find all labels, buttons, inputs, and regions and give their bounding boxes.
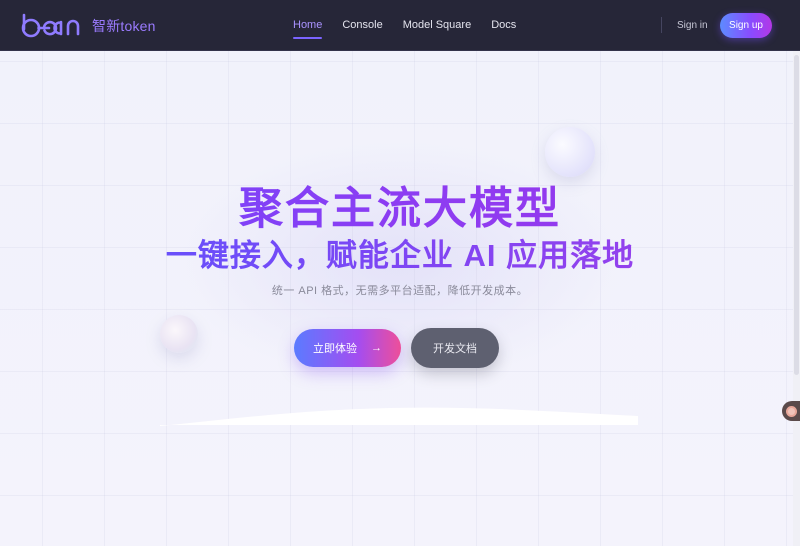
sign-in-link[interactable]: Sign in	[677, 0, 708, 51]
brand[interactable]: 智新token	[20, 12, 156, 40]
nav-divider	[661, 17, 662, 33]
hero-title: 聚合主流大模型	[0, 172, 800, 236]
hero-section: 聚合主流大模型 一键接入，赋能企业 AI 应用落地 统一 API 格式，无需多平…	[0, 51, 800, 546]
top-navigation-bar: 智新token Home Console Model Square Docs S…	[0, 0, 800, 51]
floating-assistant-widget[interactable]	[782, 401, 800, 421]
nav-console[interactable]: Console	[342, 0, 382, 51]
hero-subtitle: 一键接入，赋能企业 AI 应用落地	[0, 230, 800, 275]
sign-up-button[interactable]: Sign up	[720, 13, 772, 38]
bean-logo	[21, 13, 80, 38]
main-nav: Home Console Model Square Docs	[293, 0, 536, 51]
background-grid	[0, 51, 800, 546]
dev-docs-button[interactable]: 开发文档	[411, 328, 499, 368]
nav-model-square[interactable]: Model Square	[403, 0, 472, 51]
try-now-label: 立即体验	[313, 343, 357, 355]
assistant-avatar-icon	[785, 405, 797, 417]
decorative-bubble	[160, 315, 198, 353]
scrollbar-thumb[interactable]	[794, 55, 799, 375]
try-now-button[interactable]: 立即体验 →	[294, 329, 401, 367]
arrow-right-icon: →	[371, 342, 382, 354]
decorative-wave	[160, 407, 638, 426]
hero-description: 统一 API 格式，无需多平台适配，降低开发成本。	[271, 285, 529, 297]
brand-name: 智新token	[92, 18, 156, 34]
decorative-bubble	[545, 127, 595, 177]
nav-docs[interactable]: Docs	[491, 0, 516, 51]
nav-home[interactable]: Home	[293, 0, 323, 51]
